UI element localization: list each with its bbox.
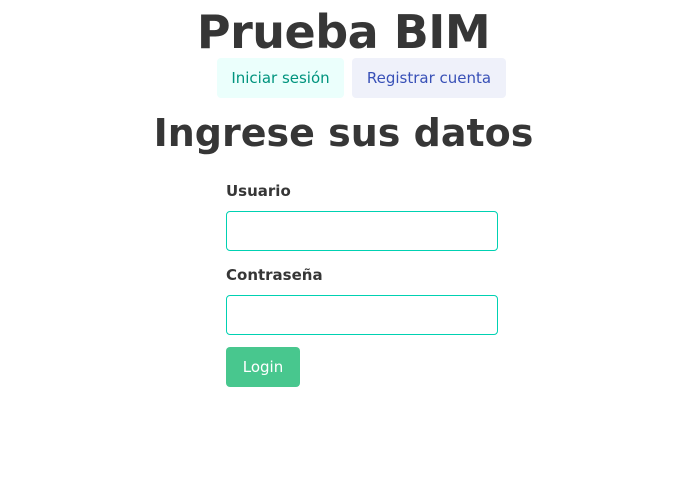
password-input[interactable] (226, 295, 498, 335)
username-label: Usuario (226, 182, 291, 200)
register-tab-button[interactable]: Registrar cuenta (352, 58, 506, 98)
password-label: Contraseña (226, 266, 323, 284)
form-heading: Ingrese sus datos (153, 111, 534, 155)
app-title: Prueba BIM (196, 5, 491, 59)
username-input[interactable] (226, 211, 498, 251)
auth-tabs: Iniciar sesión Registrar cuenta (217, 58, 506, 98)
login-button[interactable]: Login (226, 347, 300, 387)
login-tab-button[interactable]: Iniciar sesión (217, 58, 344, 98)
